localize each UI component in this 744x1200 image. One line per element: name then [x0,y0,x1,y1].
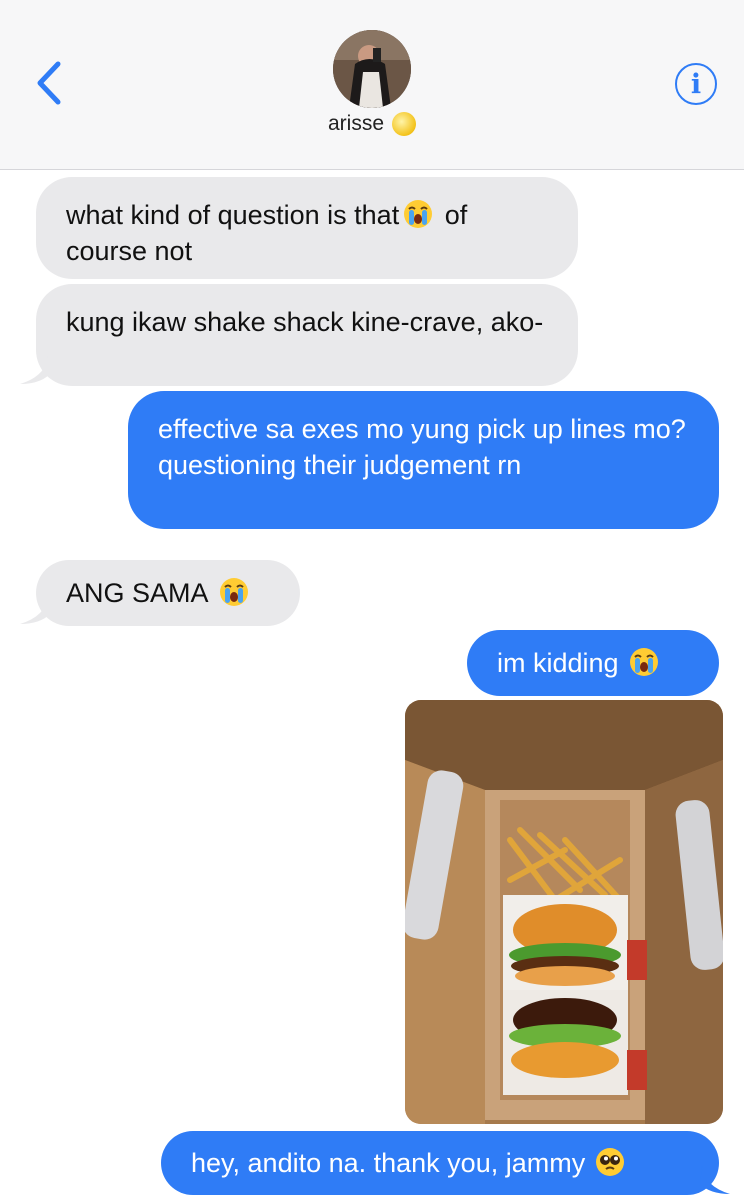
message-text: what kind of question is that [66,200,400,230]
message-text: ANG SAMA [66,578,209,608]
chevron-left-icon [37,61,61,105]
bubble-tail [20,596,50,624]
loudly-crying-face-icon [629,648,658,676]
bubble-tail [700,1166,730,1194]
message-bubble-received[interactable]: ANG SAMA [36,560,300,626]
contact-avatar[interactable] [333,30,411,108]
loudly-crying-face-icon [404,200,433,228]
messages-screen: i arisse what kind of question is that o… [0,0,744,1200]
info-icon: i [690,68,702,100]
message-text: kung ikaw shake shack kine-crave, ako- [66,307,544,337]
loudly-crying-face-icon [219,578,248,606]
message-text: hey, andito na. thank you, jammy [191,1148,586,1178]
message-bubble-sent[interactable]: hey, andito na. thank you, jammy [161,1131,719,1195]
message-text: effective sa exes mo yung pick up lines … [158,414,686,480]
message-bubble-sent[interactable]: effective sa exes mo yung pick up lines … [128,391,719,529]
moon-icon [392,112,417,136]
food-photo [405,700,723,1124]
contact-name: arisse [327,112,385,135]
message-text: im kidding [497,648,619,678]
info-button[interactable]: i [675,63,717,105]
message-bubble-received[interactable]: what kind of question is that of course … [36,177,578,279]
back-button[interactable] [30,58,70,108]
photo-attachment[interactable] [405,700,723,1124]
avatar-photo [333,30,411,108]
message-bubble-received[interactable]: kung ikaw shake shack kine-crave, ako- [36,284,578,386]
bubble-tail [20,356,50,384]
conversation-header: i arisse [0,0,744,170]
pleading-face-icon [596,1148,625,1176]
message-bubble-sent[interactable]: im kidding [467,630,719,696]
contact-name-row[interactable]: arisse [0,112,744,136]
